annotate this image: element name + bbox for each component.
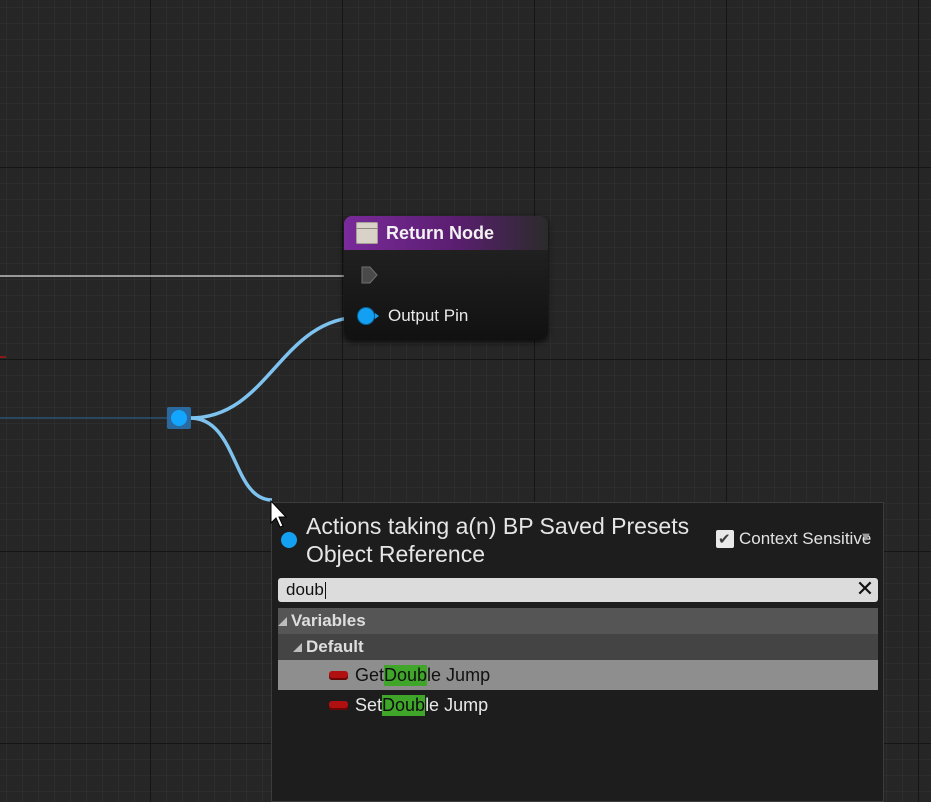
checkmark-icon: ✔ — [718, 530, 731, 548]
action-item-suffix: le Jump — [427, 664, 491, 685]
action-item-get-double-jump[interactable]: Get Doub le Jump — [278, 660, 878, 690]
clear-search-icon[interactable]: ✕ — [854, 579, 876, 601]
action-tree[interactable]: Variables Default Get Doub le Jump Set Do… — [278, 608, 878, 720]
output-pin-row[interactable]: Output Pin — [358, 306, 468, 326]
expand-triangle-icon[interactable] — [278, 616, 287, 626]
context-sensitive-checkbox[interactable]: ✔ — [716, 530, 734, 548]
blueprint-graph-canvas[interactable]: Return Node Output Pin Actions taking a(… — [0, 0, 931, 802]
search-match-highlight: Doub — [382, 694, 426, 716]
output-pin-arrow-icon — [375, 313, 379, 319]
action-item-prefix: Set — [355, 694, 383, 715]
action-menu-header: Actions taking a(n) BP Saved Presets Obj… — [272, 503, 883, 573]
boolean-variable-icon — [329, 670, 348, 680]
drag-wire — [189, 416, 273, 502]
boolean-variable-icon — [329, 700, 348, 710]
search-input[interactable] — [278, 578, 856, 602]
category-label: Variables — [291, 611, 366, 630]
action-item-suffix: le Jump — [425, 694, 489, 715]
context-sensitive-toggle[interactable]: ✔ Context Sensitive ▼ — [716, 529, 871, 549]
subcategory-label: Default — [306, 637, 364, 656]
return-node-title: Return Node — [386, 222, 494, 243]
mouse-cursor-icon — [270, 500, 288, 528]
return-node[interactable]: Return Node Output Pin — [344, 216, 548, 340]
context-sensitive-label: Context Sensitive — [739, 529, 872, 548]
output-pin-label: Output Pin — [388, 306, 469, 325]
category-variables[interactable]: Variables — [278, 608, 878, 634]
action-item-set-double-jump[interactable]: Set Doub le Jump — [278, 690, 878, 720]
action-menu-title: Actions taking a(n) BP Saved Presets Obj… — [306, 513, 690, 567]
category-default[interactable]: Default — [278, 634, 878, 660]
return-node-body: Output Pin — [344, 250, 548, 340]
search-box[interactable]: ✕ — [278, 578, 878, 602]
search-match-highlight: Doub — [384, 664, 428, 686]
output-pin-wire — [189, 315, 363, 420]
object-reference-pin-icon — [281, 532, 297, 548]
expand-triangle-icon[interactable] — [293, 642, 302, 652]
exec-pin-icon[interactable] — [360, 266, 378, 284]
action-item-prefix: Get — [355, 664, 385, 685]
return-node-header[interactable]: Return Node — [344, 216, 548, 251]
reroute-knot[interactable] — [167, 407, 191, 429]
output-pin-icon[interactable] — [358, 308, 374, 324]
reroute-knot-pin[interactable] — [171, 410, 187, 426]
text-caret — [325, 582, 326, 599]
action-menu[interactable]: Actions taking a(n) BP Saved Presets Obj… — [271, 502, 884, 802]
function-node-icon — [356, 222, 378, 244]
dropdown-arrow-icon[interactable]: ▼ — [862, 532, 870, 543]
